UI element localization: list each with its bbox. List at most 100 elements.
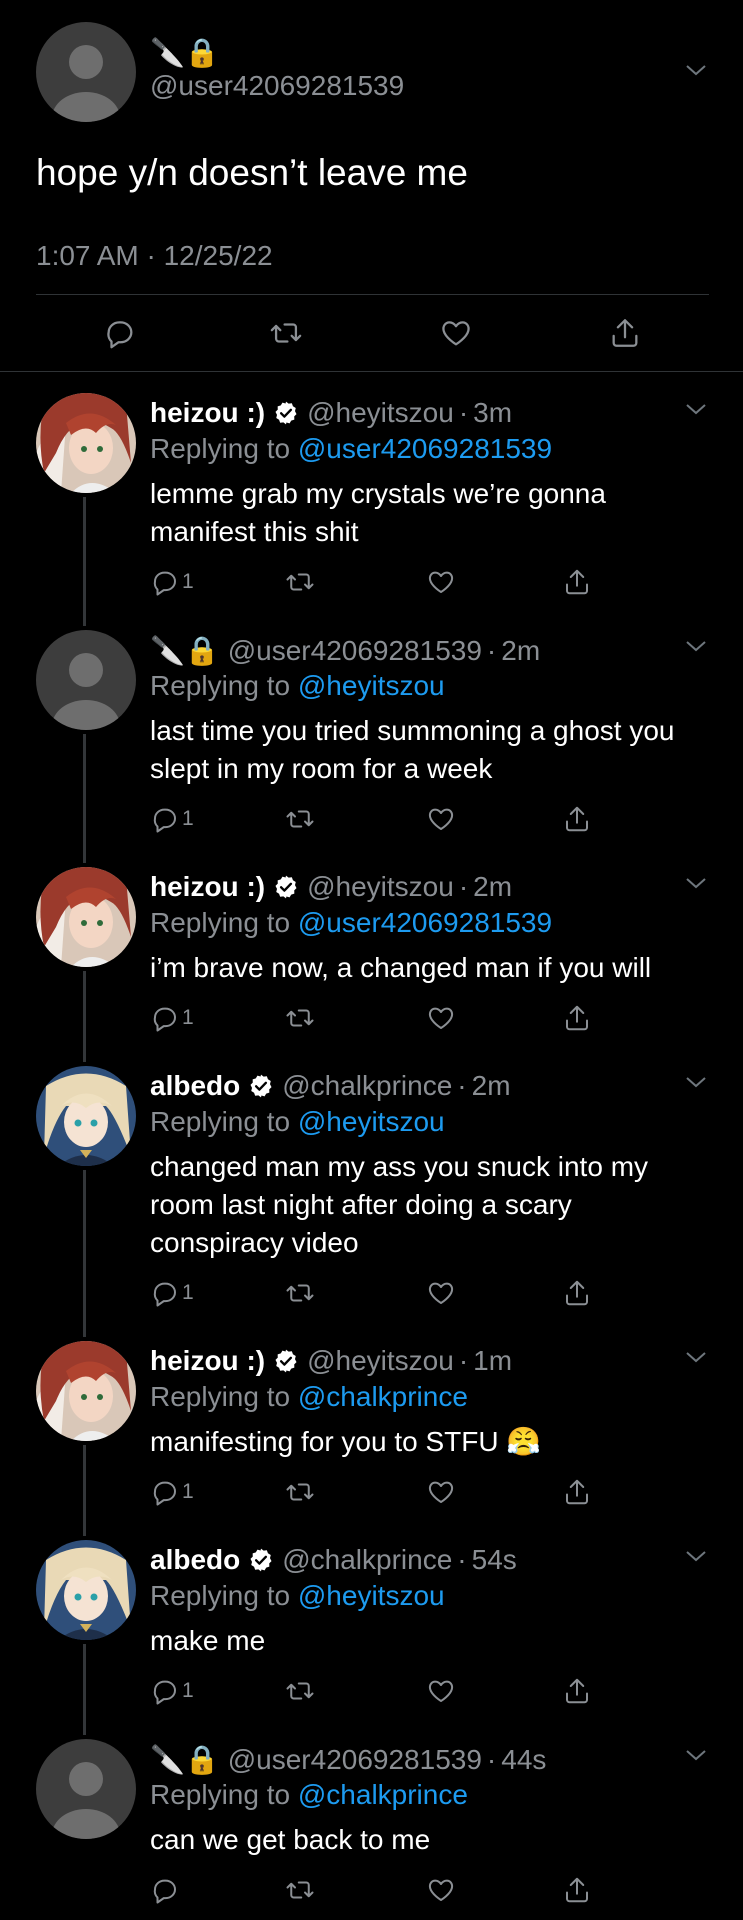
retweet-button[interactable] bbox=[269, 316, 303, 350]
share-button[interactable] bbox=[562, 1278, 592, 1308]
like-button[interactable] bbox=[426, 1676, 456, 1706]
reply-author-name[interactable]: heizou :) bbox=[150, 1345, 265, 1377]
chevron-down-icon[interactable] bbox=[684, 638, 708, 654]
share-button[interactable] bbox=[562, 1875, 592, 1905]
reply-author-name[interactable]: heizou :) bbox=[150, 871, 265, 903]
chevron-down-icon[interactable] bbox=[684, 401, 708, 417]
retweet-button[interactable] bbox=[285, 1278, 315, 1308]
like-icon bbox=[428, 808, 454, 830]
replying-to-label: Replying to bbox=[150, 1580, 291, 1611]
verified-badge-icon bbox=[250, 1548, 272, 1572]
share-icon bbox=[566, 569, 588, 595]
reply-time[interactable]: 2m bbox=[473, 871, 512, 903]
reply-author-name[interactable]: heizou :) bbox=[150, 397, 265, 429]
like-button[interactable] bbox=[426, 1003, 456, 1033]
main-tweet-handle[interactable]: @user42069281539 bbox=[150, 70, 404, 102]
chevron-down-icon[interactable] bbox=[684, 1349, 708, 1365]
thread-line bbox=[83, 497, 86, 626]
replying-to-handle[interactable]: @user42069281539 bbox=[298, 907, 552, 938]
comment-button[interactable]: 1 bbox=[150, 1003, 194, 1033]
like-button[interactable] bbox=[439, 316, 473, 350]
comment-button[interactable]: 1 bbox=[150, 567, 194, 597]
reply-avatar[interactable] bbox=[36, 630, 136, 730]
replying-to-handle[interactable]: @chalkprince bbox=[298, 1779, 468, 1810]
reply-handle[interactable]: @heyitszou bbox=[307, 1345, 454, 1377]
reply-avatar[interactable] bbox=[36, 1739, 136, 1839]
reply-time[interactable]: 44s bbox=[501, 1744, 546, 1776]
thread-line bbox=[83, 734, 86, 863]
reply-avatar[interactable] bbox=[36, 1540, 136, 1640]
comment-button[interactable] bbox=[103, 316, 137, 350]
dot-separator: · bbox=[457, 1544, 467, 1575]
replying-to-label: Replying to bbox=[150, 670, 291, 701]
comment-button[interactable]: 1 bbox=[150, 804, 194, 834]
share-button[interactable] bbox=[562, 1477, 592, 1507]
reply-time[interactable]: 2m bbox=[472, 1070, 511, 1102]
replying-to-handle[interactable]: @heyitszou bbox=[298, 1106, 445, 1137]
replying-to-handle[interactable]: @heyitszou bbox=[298, 670, 445, 701]
comment-button[interactable]: 1 bbox=[150, 1278, 194, 1308]
main-tweet-emoji-prefix: 🔪🔒 bbox=[150, 37, 220, 68]
share-icon bbox=[566, 1280, 588, 1306]
reply-time[interactable]: 2m bbox=[501, 635, 540, 667]
retweet-icon bbox=[286, 1009, 314, 1027]
reply-handle[interactable]: @chalkprince bbox=[282, 1544, 452, 1576]
retweet-button[interactable] bbox=[285, 804, 315, 834]
reply-author-name[interactable]: albedo bbox=[150, 1544, 240, 1576]
reply-avatar[interactable] bbox=[36, 1066, 136, 1166]
like-button[interactable] bbox=[426, 567, 456, 597]
reply-handle[interactable]: @chalkprince bbox=[282, 1070, 452, 1102]
replying-to-handle[interactable]: @heyitszou bbox=[298, 1580, 445, 1611]
share-button[interactable] bbox=[608, 316, 642, 350]
reply-count: 1 bbox=[182, 1480, 194, 1503]
reply-author-name[interactable]: albedo bbox=[150, 1070, 240, 1102]
like-button[interactable] bbox=[426, 1477, 456, 1507]
comment-icon bbox=[153, 1481, 176, 1506]
main-tweet-avatar[interactable] bbox=[36, 22, 136, 122]
replying-to-handle[interactable]: @user42069281539 bbox=[298, 433, 552, 464]
chevron-down-icon[interactable] bbox=[684, 1074, 708, 1090]
reply-avatar[interactable] bbox=[36, 867, 136, 967]
replying-to: Replying to @user42069281539 bbox=[150, 907, 552, 939]
default-avatar-icon bbox=[36, 630, 136, 730]
share-button[interactable] bbox=[562, 567, 592, 597]
chevron-down-icon[interactable] bbox=[684, 875, 708, 891]
retweet-button[interactable] bbox=[285, 567, 315, 597]
retweet-button[interactable] bbox=[285, 1676, 315, 1706]
retweet-icon bbox=[286, 573, 314, 591]
replying-to-handle[interactable]: @chalkprince bbox=[298, 1381, 468, 1412]
thread-line bbox=[83, 1170, 86, 1337]
chevron-down-icon[interactable] bbox=[684, 1548, 708, 1564]
share-button[interactable] bbox=[562, 1003, 592, 1033]
retweet-button[interactable] bbox=[285, 1003, 315, 1033]
reply-handle[interactable]: @user42069281539 bbox=[228, 1744, 482, 1776]
retweet-icon bbox=[286, 1682, 314, 1700]
replying-to-label: Replying to bbox=[150, 1779, 291, 1810]
comment-icon bbox=[153, 1680, 176, 1705]
reply-avatar[interactable] bbox=[36, 1341, 136, 1441]
reply-time[interactable]: 3m bbox=[473, 397, 512, 429]
reply-handle[interactable]: @heyitszou bbox=[307, 871, 454, 903]
comment-button[interactable]: 1 bbox=[150, 1676, 194, 1706]
reply-text: manifesting for you to STFU 😤 bbox=[150, 1426, 542, 1457]
like-button[interactable] bbox=[426, 1278, 456, 1308]
reply-handle[interactable]: @heyitszou bbox=[307, 397, 454, 429]
share-button[interactable] bbox=[562, 1676, 592, 1706]
comment-button[interactable]: 1 bbox=[150, 1477, 194, 1507]
share-icon bbox=[566, 1479, 588, 1505]
main-tweet-timestamp[interactable]: 1:07 AM · 12/25/22 bbox=[36, 240, 273, 272]
reply-handle[interactable]: @user42069281539 bbox=[228, 635, 482, 667]
reply-avatar[interactable] bbox=[36, 393, 136, 493]
share-button[interactable] bbox=[562, 804, 592, 834]
reply-time[interactable]: 54s bbox=[472, 1544, 517, 1576]
like-button[interactable] bbox=[426, 1875, 456, 1905]
retweet-button[interactable] bbox=[285, 1875, 315, 1905]
chevron-down-icon[interactable] bbox=[684, 62, 708, 78]
like-button[interactable] bbox=[426, 804, 456, 834]
main-tweet-text: hope y/n doesn’t leave me bbox=[36, 152, 468, 193]
reply-time[interactable]: 1m bbox=[473, 1345, 512, 1377]
chevron-down-icon[interactable] bbox=[684, 1747, 708, 1763]
dot-separator: · bbox=[486, 634, 497, 666]
comment-button[interactable] bbox=[150, 1875, 182, 1905]
retweet-button[interactable] bbox=[285, 1477, 315, 1507]
